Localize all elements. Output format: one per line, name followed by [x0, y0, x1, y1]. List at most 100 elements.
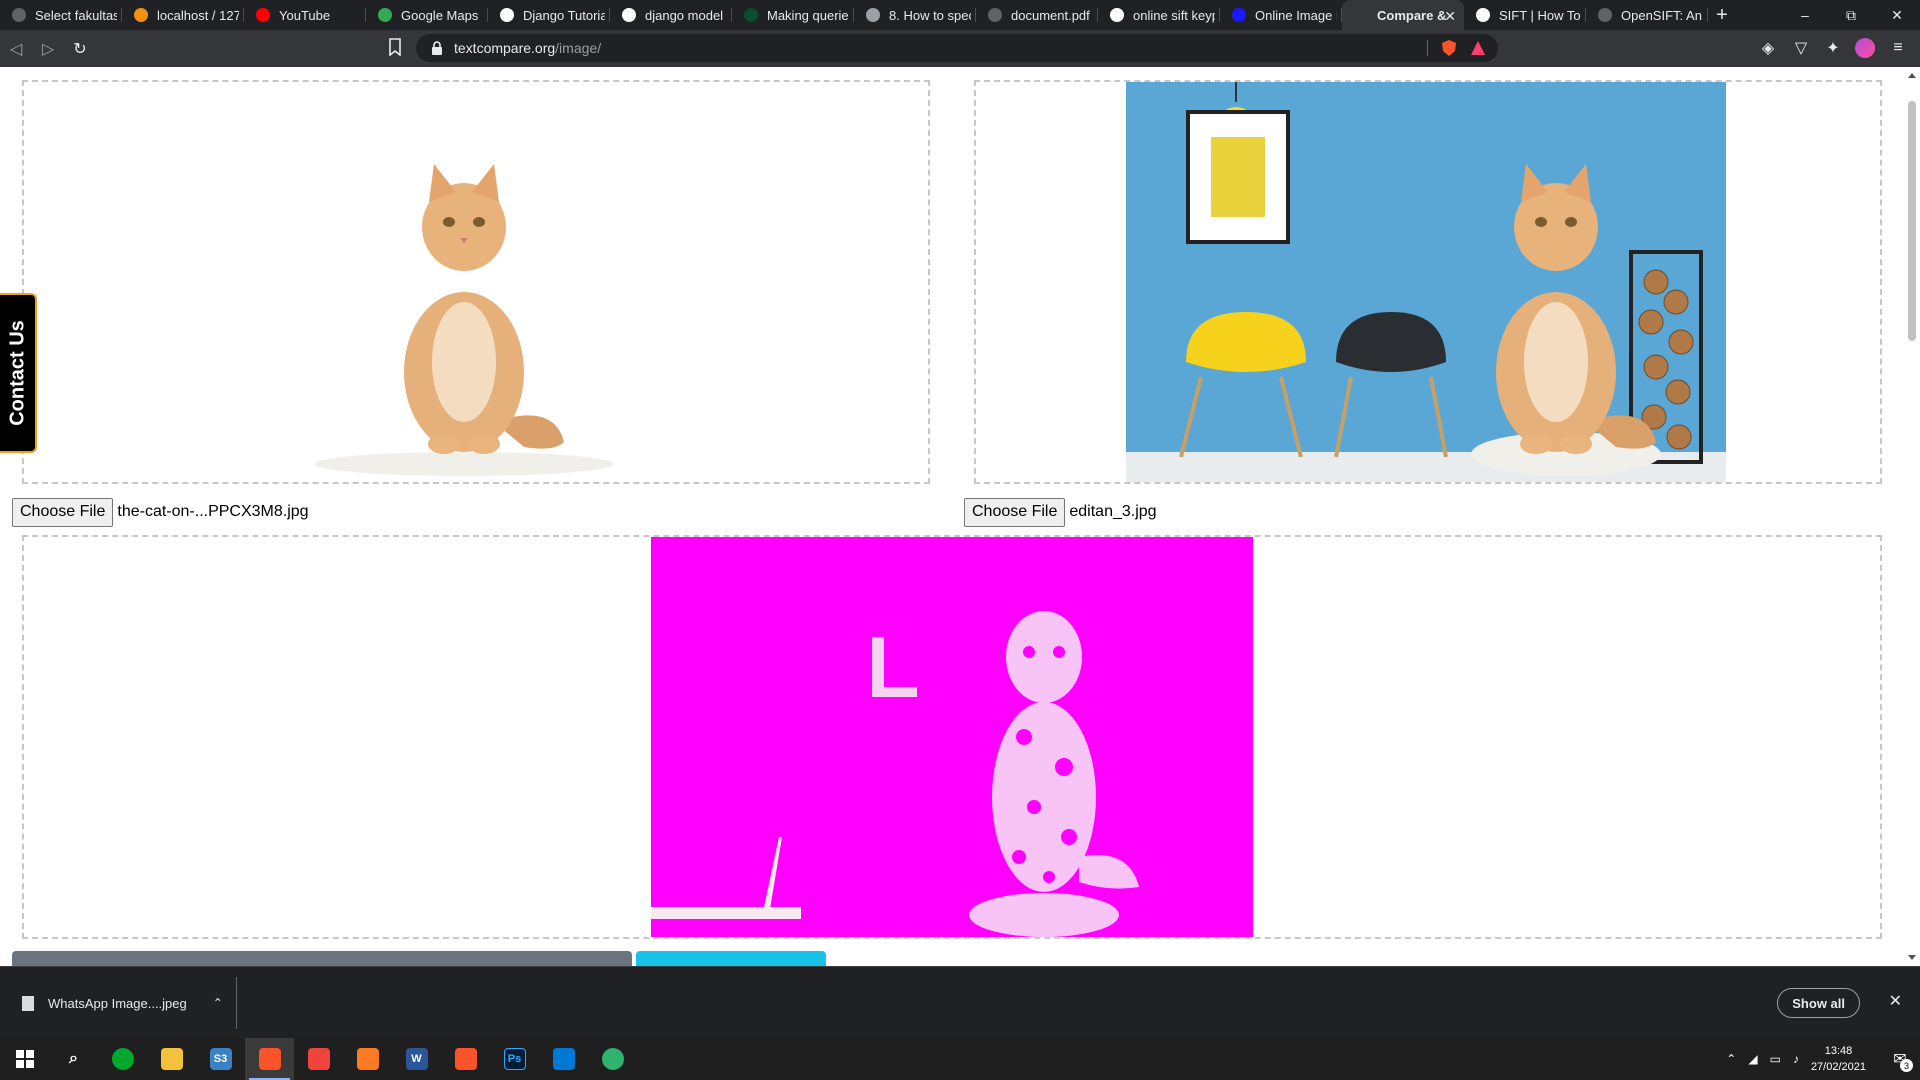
secondary-action-button[interactable]: [636, 951, 826, 966]
system-tray: ⌃ ◢ ▭ ♪ 13:48 27/02/2021 ✉ 3: [1720, 1038, 1920, 1080]
start-button[interactable]: [0, 1038, 49, 1080]
browser-tab[interactable]: YouTube: [244, 0, 366, 30]
taskbar-app-word[interactable]: W: [392, 1038, 441, 1080]
browser-tab[interactable]: Django Tutorial: [488, 0, 610, 30]
compare-action-button[interactable]: [12, 951, 632, 966]
bookmark-icon[interactable]: [388, 38, 402, 56]
browser-tab[interactable]: Compare & ✕: [1342, 0, 1464, 30]
taskbar-app-xampp[interactable]: [343, 1038, 392, 1080]
close-window-button[interactable]: ✕: [1874, 0, 1920, 30]
taskbar-app-evernote[interactable]: [98, 1038, 147, 1080]
taskbar-app-edge[interactable]: [588, 1038, 637, 1080]
page-scrollbar[interactable]: [1904, 67, 1920, 966]
browser-tab[interactable]: Online Image D: [1220, 0, 1342, 30]
browser-tab[interactable]: Google Maps: [366, 0, 488, 30]
notification-center-button[interactable]: ✉ 3: [1880, 1038, 1920, 1080]
clock[interactable]: 13:48 27/02/2021: [1811, 1043, 1866, 1075]
chevron-up-icon[interactable]: ⌃: [1726, 1052, 1736, 1066]
browser-tab[interactable]: document.pdf: [976, 0, 1098, 30]
tab-favicon-icon: [12, 8, 26, 22]
s3-icon: S3: [209, 1048, 232, 1070]
volume-icon[interactable]: ♪: [1793, 1052, 1799, 1066]
edge-icon: [601, 1048, 624, 1070]
tab-title: Google Maps: [401, 7, 479, 23]
download-item[interactable]: WhatsApp Image....jpeg ⌃: [12, 967, 236, 1039]
taskbar-app-photos[interactable]: [539, 1038, 588, 1080]
browser-toolbar: ◁ ▷ ↻ textcompare.org/image/: [0, 30, 1920, 67]
vpn-extension-icon[interactable]: ▽: [1791, 38, 1811, 58]
photos-icon: [552, 1048, 575, 1070]
evernote-icon: [111, 1048, 134, 1070]
notification-badge: 3: [1900, 1059, 1913, 1072]
menu-icon[interactable]: ≡: [1888, 38, 1908, 58]
word-icon: W: [405, 1048, 428, 1070]
right-choose-file-button[interactable]: Choose File: [964, 497, 1066, 527]
tab-close-icon[interactable]: ✕: [1444, 8, 1456, 25]
tab-favicon-icon: [1110, 8, 1124, 22]
brave-rewards-icon[interactable]: [1470, 40, 1486, 56]
restore-button[interactable]: ⧉: [1828, 0, 1874, 30]
tab-title: Making queries: [767, 7, 849, 23]
anydesk-icon: [307, 1048, 330, 1070]
brave-shield-icon[interactable]: [1440, 39, 1458, 57]
diff-result-image: [651, 537, 1253, 937]
scroll-up-arrow[interactable]: [1908, 73, 1916, 78]
browser-tab[interactable]: localhost / 127.0: [122, 0, 244, 30]
tab-favicon-icon: [988, 8, 1002, 22]
address-bar[interactable]: textcompare.org/image/: [416, 34, 1498, 62]
taskbar-app-s3[interactable]: S3: [196, 1038, 245, 1080]
chevron-up-icon[interactable]: ⌃: [213, 996, 223, 1010]
browser-tab[interactable]: OpenSIFT: An O: [1586, 0, 1708, 30]
tab-favicon-icon: [622, 8, 636, 22]
contact-us-tab[interactable]: Contact Us: [0, 293, 37, 453]
browser-tab[interactable]: SIFT | How To U: [1464, 0, 1586, 30]
right-room-cat-image: [1126, 82, 1726, 482]
file-icon: [22, 995, 34, 1011]
minimize-button[interactable]: –: [1782, 0, 1828, 30]
folder-icon: [160, 1048, 183, 1070]
lock-icon: [432, 41, 442, 55]
shield-extension-icon[interactable]: ◈: [1758, 38, 1778, 58]
right-image-dropzone[interactable]: [974, 80, 1882, 484]
tab-title: YouTube: [279, 7, 331, 23]
taskbar-app-brave[interactable]: [245, 1038, 294, 1080]
browser-tab[interactable]: Making queries: [732, 0, 854, 30]
left-image-dropzone[interactable]: [22, 80, 930, 484]
taskbar-app-photoshop[interactable]: Ps: [490, 1038, 539, 1080]
close-download-shelf-icon[interactable]: ✕: [1889, 991, 1902, 1011]
search-icon: ⌕: [69, 1050, 78, 1067]
xampp-icon: [356, 1048, 379, 1070]
browser-tab[interactable]: django model c: [610, 0, 732, 30]
tab-title: Django Tutorial: [523, 7, 605, 23]
tab-title: document.pdf: [1011, 7, 1090, 23]
network-icon[interactable]: ◢: [1748, 1052, 1757, 1066]
tab-favicon-icon: [1232, 8, 1246, 22]
search-button[interactable]: ⌕: [49, 1038, 98, 1080]
battery-icon[interactable]: ▭: [1770, 1052, 1781, 1066]
taskbar-app-explorer[interactable]: [147, 1038, 196, 1080]
scroll-down-arrow[interactable]: [1908, 955, 1916, 960]
windows-logo-icon: [15, 1050, 34, 1068]
left-choose-file-button[interactable]: Choose File: [12, 497, 114, 527]
diff-result-panel: [22, 535, 1882, 939]
scrollbar-thumb[interactable]: [1908, 101, 1916, 341]
tab-favicon-icon: [1598, 8, 1612, 22]
show-all-downloads-button[interactable]: Show all: [1777, 988, 1860, 1018]
profile-avatar-icon[interactable]: [1855, 38, 1875, 58]
tab-favicon-icon: [134, 8, 148, 22]
back-button[interactable]: ◁: [0, 34, 32, 64]
download-file-name: WhatsApp Image....jpeg: [48, 995, 187, 1011]
tab-favicon-icon: [744, 8, 758, 22]
tab-favicon-icon: [1476, 8, 1490, 22]
browser-tab[interactable]: 8. How to specif: [854, 0, 976, 30]
taskbar-app-brave-2[interactable]: [441, 1038, 490, 1080]
new-tab-button[interactable]: +: [1708, 0, 1736, 30]
photoshop-icon: Ps: [503, 1048, 526, 1070]
address-url: textcompare.org/image/: [454, 40, 602, 56]
taskbar-app-anydesk[interactable]: [294, 1038, 343, 1080]
forward-button[interactable]: ▷: [32, 34, 64, 64]
reload-button[interactable]: ↻: [64, 34, 96, 64]
browser-tab[interactable]: online sift keypo: [1098, 0, 1220, 30]
browser-tab[interactable]: Select fakultas t: [0, 0, 122, 30]
extensions-puzzle-icon[interactable]: ✦: [1823, 38, 1843, 58]
